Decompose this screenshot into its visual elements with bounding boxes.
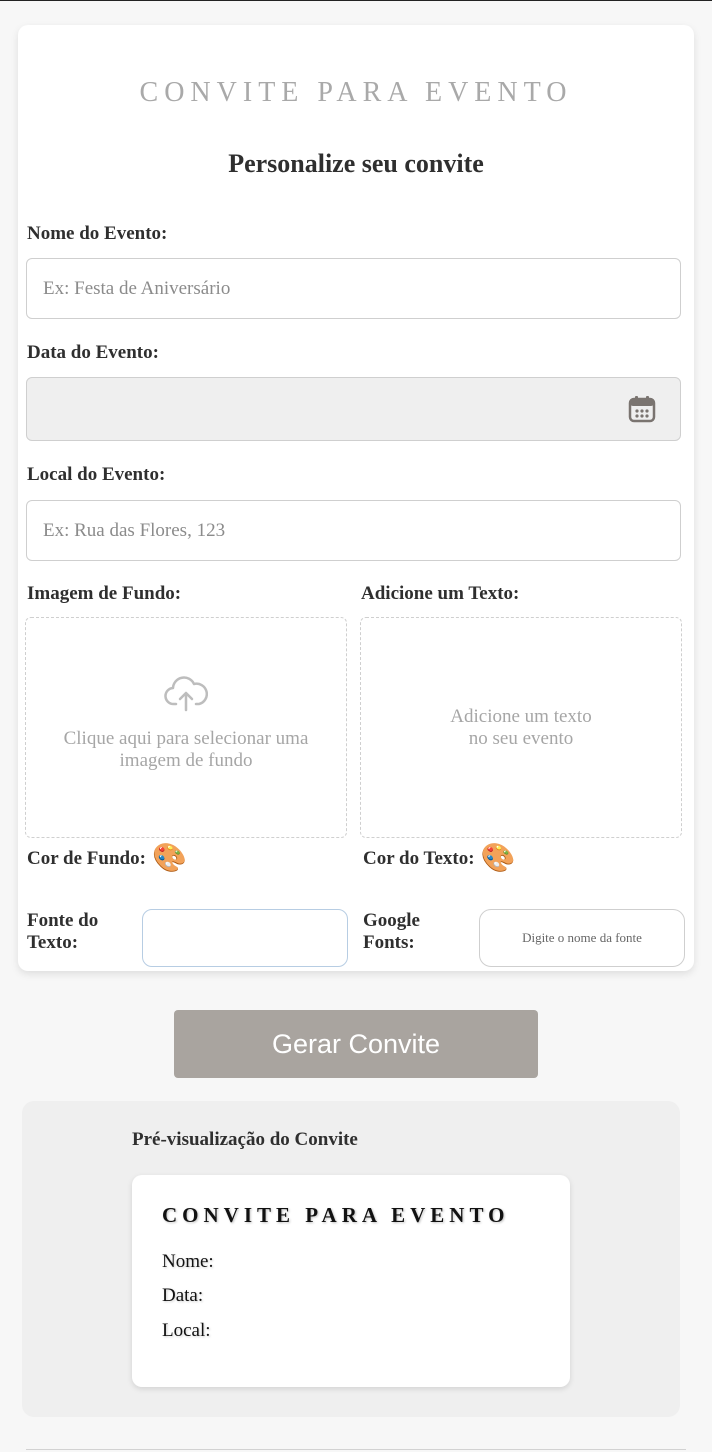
background-color-label: Cor de Fundo: — [27, 848, 146, 869]
event-name-input[interactable] — [26, 258, 681, 319]
palette-icon[interactable]: 🎨 — [152, 844, 187, 874]
preview-card-title: CONVITE PARA EVENTO — [162, 1203, 510, 1227]
text-color-picker[interactable]: Cor do Texto: 🎨 — [363, 844, 515, 874]
generate-invite-button[interactable]: Gerar Convite — [174, 1010, 538, 1078]
text-color-label: Cor do Texto: — [363, 848, 475, 869]
invite-preview-card: CONVITE PARA EVENTO Nome: Data: Local: — [132, 1175, 570, 1387]
calendar-icon[interactable] — [628, 395, 656, 423]
preview-location-line: Local: — [162, 1320, 211, 1341]
event-date-label: Data do Evento: — [27, 342, 159, 363]
background-image-dropzone[interactable]: Clique aqui para selecionar uma imagem d… — [25, 617, 347, 838]
event-date-input[interactable] — [26, 377, 681, 441]
event-name-label: Nome do Evento: — [27, 223, 168, 244]
divider — [26, 1449, 686, 1450]
custom-text-area[interactable]: Adicione um texto no seu evento — [360, 617, 682, 838]
cloud-upload-icon — [164, 675, 208, 711]
event-location-input[interactable] — [26, 500, 681, 561]
palette-icon[interactable]: 🎨 — [481, 844, 516, 874]
custom-text-placeholder: Adicione um texto no seu evento — [450, 705, 592, 749]
invitation-form-card: CONVITE PARA EVENTO Personalize seu conv… — [18, 25, 694, 971]
text-font-label: Fonte do Texto: — [27, 910, 99, 953]
preview-heading: Pré-visualização do Convite — [132, 1129, 358, 1150]
preview-date-line: Data: — [162, 1285, 204, 1306]
background-image-label: Imagem de Fundo: — [27, 583, 182, 604]
text-font-select[interactable] — [142, 909, 348, 967]
form-subtitle: Personalize seu convite — [228, 149, 484, 178]
preview-name-line: Nome: — [162, 1251, 214, 1272]
event-location-label: Local do Evento: — [27, 464, 166, 485]
app-title: CONVITE PARA EVENTO — [139, 77, 573, 108]
background-color-picker[interactable]: Cor de Fundo: 🎨 — [27, 844, 187, 874]
background-image-prompt: Clique aqui para selecionar uma imagem d… — [63, 727, 309, 771]
google-fonts-label: Google Fonts: — [363, 910, 420, 953]
custom-text-label: Adicione um Texto: — [361, 583, 520, 604]
invite-preview-section: Pré-visualização do Convite CONVITE PARA… — [22, 1101, 680, 1417]
google-fonts-input[interactable] — [479, 909, 685, 967]
